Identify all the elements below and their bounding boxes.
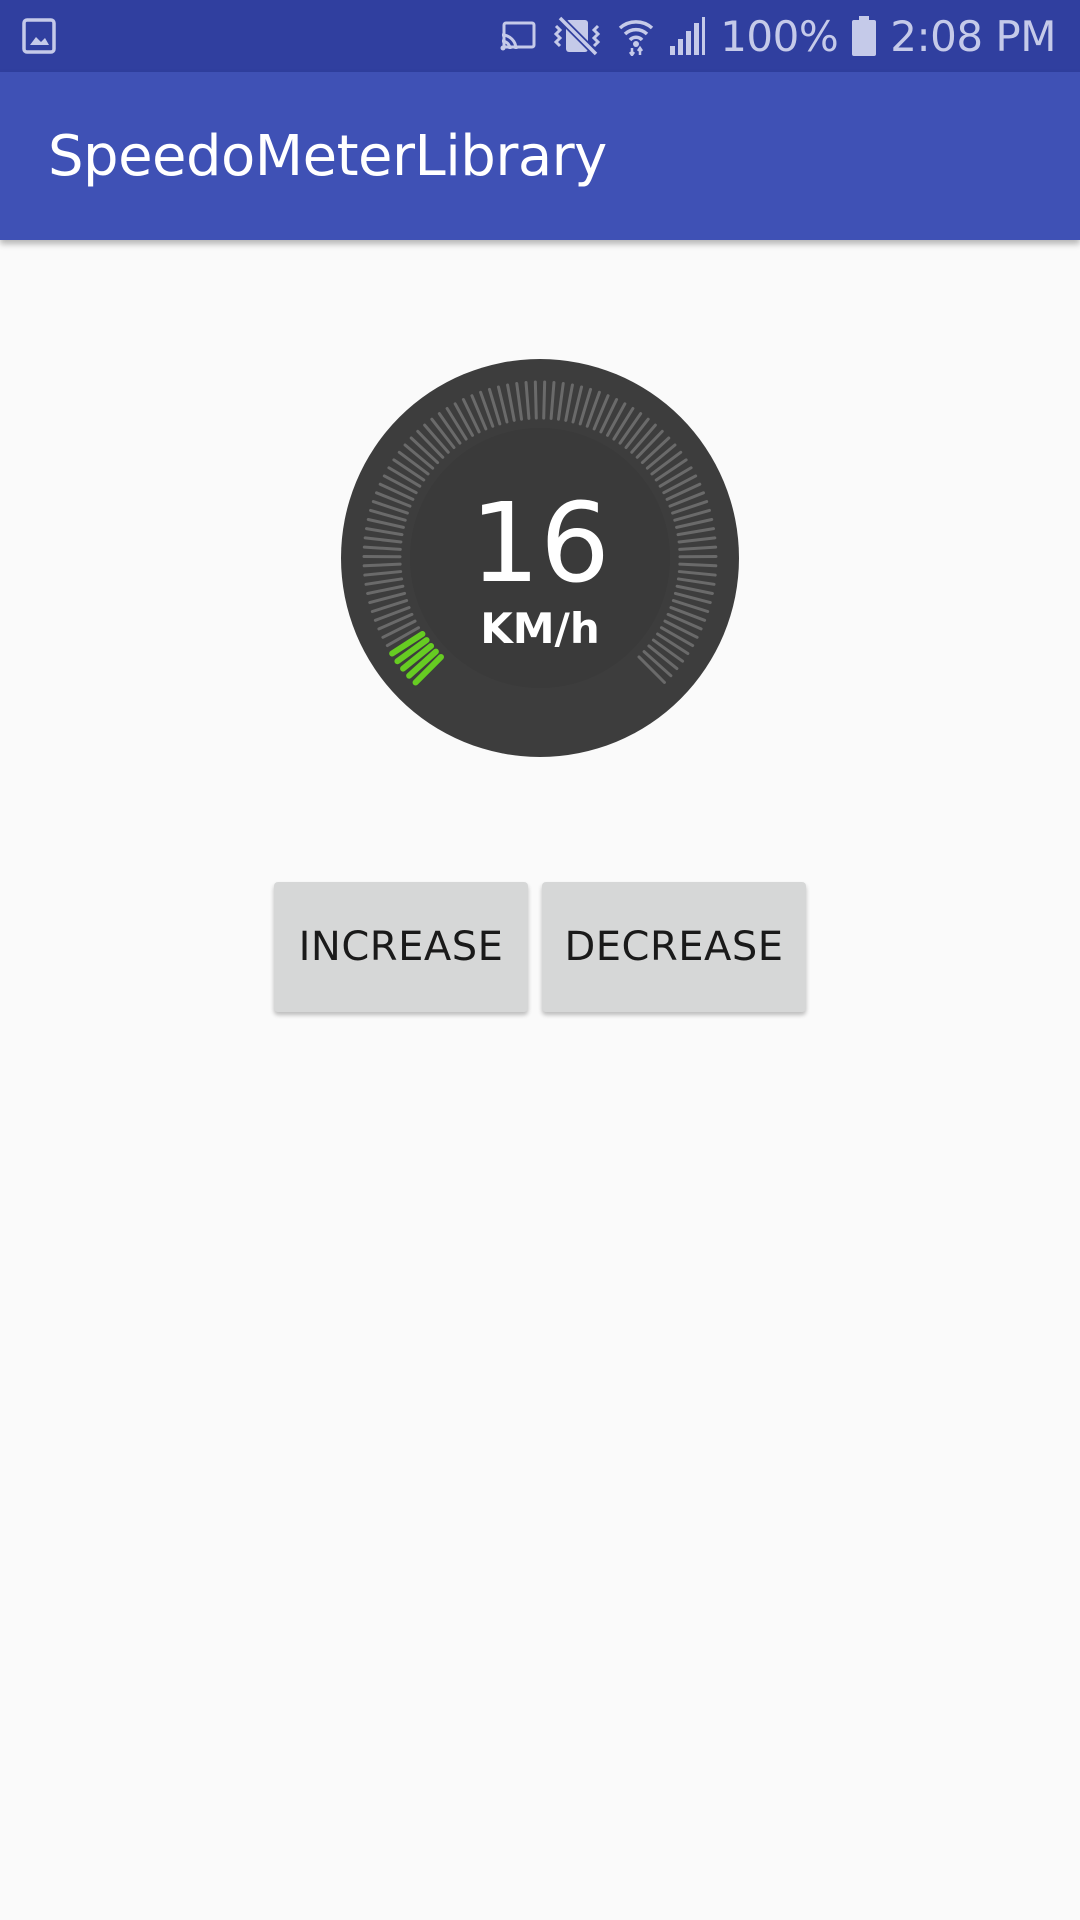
speed-value: 16	[470, 479, 610, 607]
dial-tick	[542, 380, 547, 420]
app-title: SpeedoMeterLibrary	[48, 124, 607, 189]
speedometer: 16 KM/h	[340, 358, 740, 758]
wifi-icon	[619, 20, 654, 56]
gallery-icon	[22, 18, 56, 54]
speed-unit: KM/h	[480, 604, 600, 653]
signal-icon	[670, 17, 706, 55]
decrease-button[interactable]: DECREASE	[542, 882, 806, 1012]
cast-icon	[500, 21, 536, 51]
vibrate-icon	[554, 16, 601, 56]
app-bar: SpeedoMeterLibrary	[0, 72, 1080, 240]
battery-percent: 100%	[720, 11, 839, 61]
status-bar: 100% 2:08 PM	[0, 0, 1080, 72]
dial-tick	[533, 380, 538, 420]
increase-button[interactable]: INCREASE	[274, 882, 528, 1012]
battery-icon	[852, 16, 877, 56]
clock: 2:08 PM	[890, 11, 1056, 61]
status-icons: 100% 2:08 PM	[500, 0, 1056, 72]
screen: 100% 2:08 PM SpeedoMeterLibrary 16 KM/h …	[0, 0, 1080, 1920]
